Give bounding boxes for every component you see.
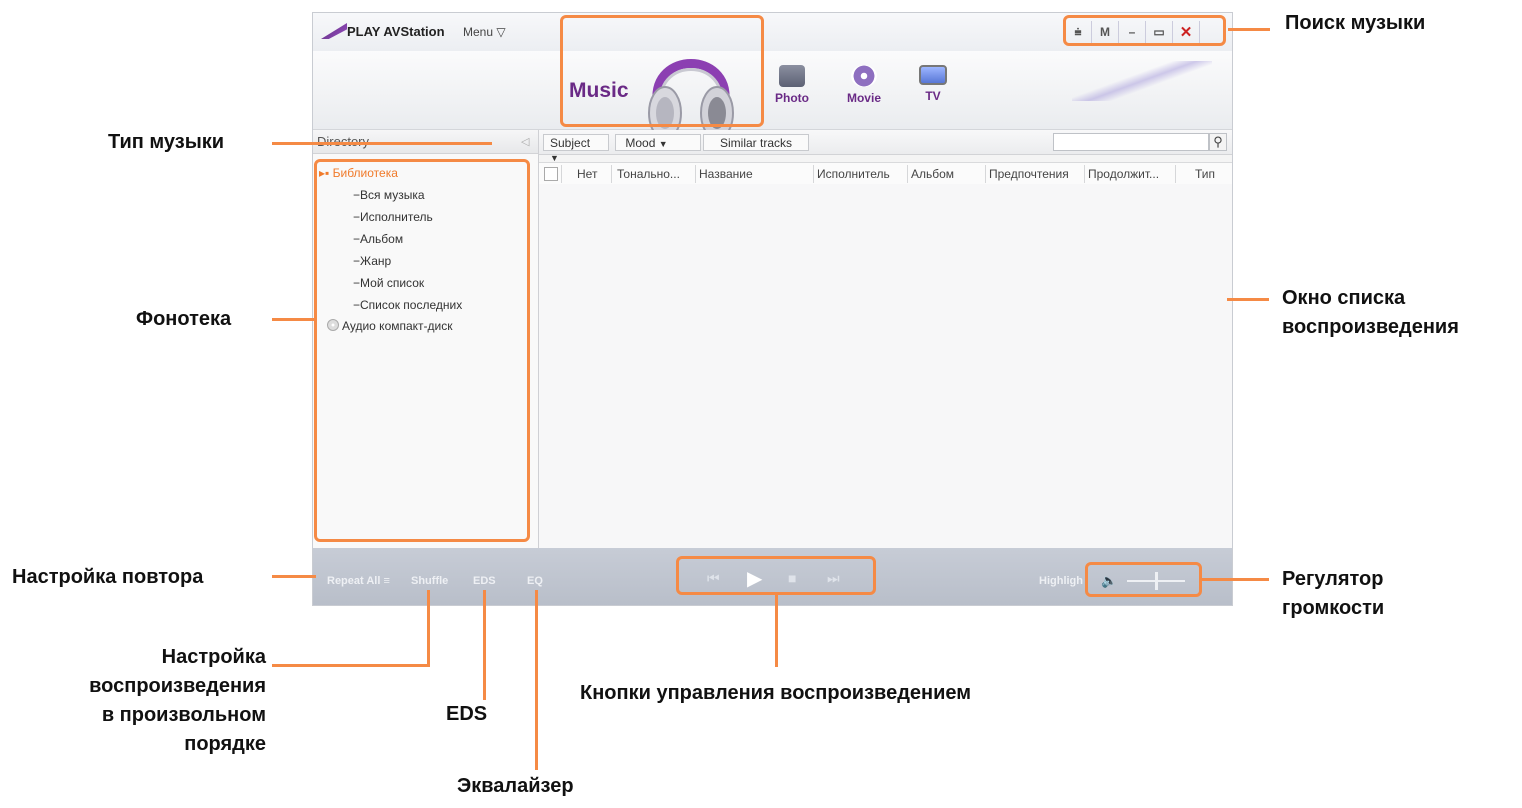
callout-search-music: Поиск музыки [1285, 12, 1426, 34]
column-header-number[interactable]: Нет [577, 167, 597, 181]
collapse-panel-icon[interactable]: ◁ [521, 135, 529, 148]
callout-line-2: воспроизведения [89, 675, 266, 697]
callout-playback-buttons: Кнопки управления воспроизведением [580, 682, 972, 704]
column-header-artist[interactable]: Исполнитель [817, 167, 890, 181]
column-header-tonality[interactable]: Тонально... [617, 167, 680, 181]
highlight-window-controls [1063, 15, 1226, 46]
tv-icon [919, 65, 947, 85]
callout-shuffle: Настройка воспроизведения в произвольном… [80, 643, 266, 759]
playlist-area[interactable] [539, 184, 1232, 548]
callout-line-1: Окно списка [1282, 287, 1406, 309]
nav-movie[interactable]: Movie [839, 65, 889, 105]
column-divider [1084, 165, 1085, 183]
callout-line-repeat [272, 575, 316, 578]
highlight-library [314, 159, 530, 542]
dropdown-arrow-icon: ▼ [658, 139, 668, 149]
callout-line-search [1228, 28, 1270, 31]
eq-button[interactable]: EQ [527, 575, 543, 587]
highlight-playback-controls [676, 556, 876, 595]
callout-line-eq [535, 590, 538, 770]
playlist-table-header: Нет Тонально... Название Исполнитель Аль… [539, 162, 1232, 186]
nav-tv[interactable]: TV [908, 65, 958, 103]
highlight-volume [1085, 562, 1202, 597]
mood-dropdown[interactable]: Mood ▼ [615, 134, 701, 151]
app-logo-icon [321, 23, 347, 39]
column-divider [907, 165, 908, 183]
callout-line-playlist [1227, 298, 1269, 301]
callout-library: Фонотека [136, 308, 232, 330]
subject-label: Subject [550, 136, 591, 150]
callout-line-4: порядке [184, 733, 266, 755]
nav-tv-label: TV [925, 89, 941, 103]
repeat-label: Repeat All [327, 575, 381, 587]
callout-line-eds [483, 590, 486, 700]
shuffle-button[interactable]: Shuffle [411, 575, 448, 587]
callout-line-1: Настройка [161, 646, 266, 668]
nav-photo-label: Photo [775, 91, 809, 105]
similar-tracks-button[interactable]: Similar tracks [703, 134, 809, 151]
app-title: PLAY AVStation [347, 24, 445, 39]
film-reel-icon [851, 65, 877, 87]
mood-label: Mood [625, 136, 656, 150]
column-divider [611, 165, 612, 183]
callout-line-3: в произвольном [101, 704, 266, 726]
subject-dropdown[interactable]: Subject ▼ [543, 134, 609, 163]
select-all-checkbox[interactable] [544, 167, 558, 181]
callout-line-volume [1202, 578, 1269, 581]
callout-line-music-type [272, 142, 492, 145]
column-header-duration[interactable]: Продолжит... [1088, 167, 1159, 181]
decorative-swoosh [1072, 61, 1212, 101]
column-divider [695, 165, 696, 183]
callout-line-shuffle-v [427, 590, 430, 667]
menu-button[interactable]: Menu ▽ [463, 25, 506, 39]
callout-line-2: громкости [1282, 597, 1385, 619]
callout-eds: EDS [446, 703, 488, 725]
repeat-button[interactable]: Repeat All ≡ [327, 575, 390, 587]
callout-line-shuffle-h [272, 664, 430, 667]
nav-movie-label: Movie [846, 91, 881, 105]
callout-equalizer: Эквалайзер [457, 775, 574, 797]
column-header-title[interactable]: Название [699, 167, 753, 181]
search-input[interactable] [1053, 133, 1209, 151]
eds-button[interactable]: EDS [473, 575, 496, 587]
highlight-music-section [560, 15, 764, 127]
column-header-album[interactable]: Альбом [911, 167, 954, 181]
callout-line-2: воспроизведения [1282, 316, 1459, 338]
column-divider [985, 165, 986, 183]
camera-icon [779, 65, 805, 87]
column-divider [561, 165, 562, 183]
highlight-button[interactable]: Highligh [1039, 575, 1083, 587]
column-header-type[interactable]: Тип [1195, 167, 1215, 181]
callout-line-playback [775, 595, 778, 667]
callout-playlist-window: Окно списка воспроизведения [1282, 284, 1459, 342]
callout-line-1: Регулятор [1282, 568, 1384, 590]
callout-volume: Регулятор громкости [1282, 565, 1384, 623]
callout-music-type: Тип музыки [108, 131, 225, 153]
header-banner: Music Photo Movie TV [313, 51, 1232, 140]
filter-toolbar: Subject ▼ Mood ▼ Similar tracks ⚲ [539, 130, 1232, 163]
nav-photo[interactable]: Photo [767, 65, 817, 105]
column-header-rating[interactable]: Предпочтения [989, 167, 1069, 181]
column-divider [813, 165, 814, 183]
column-divider [1175, 165, 1176, 183]
magnifier-icon[interactable]: ⚲ [1209, 133, 1227, 151]
callout-line-library [272, 318, 316, 321]
callout-repeat-setting: Настройка повтора [12, 566, 204, 588]
